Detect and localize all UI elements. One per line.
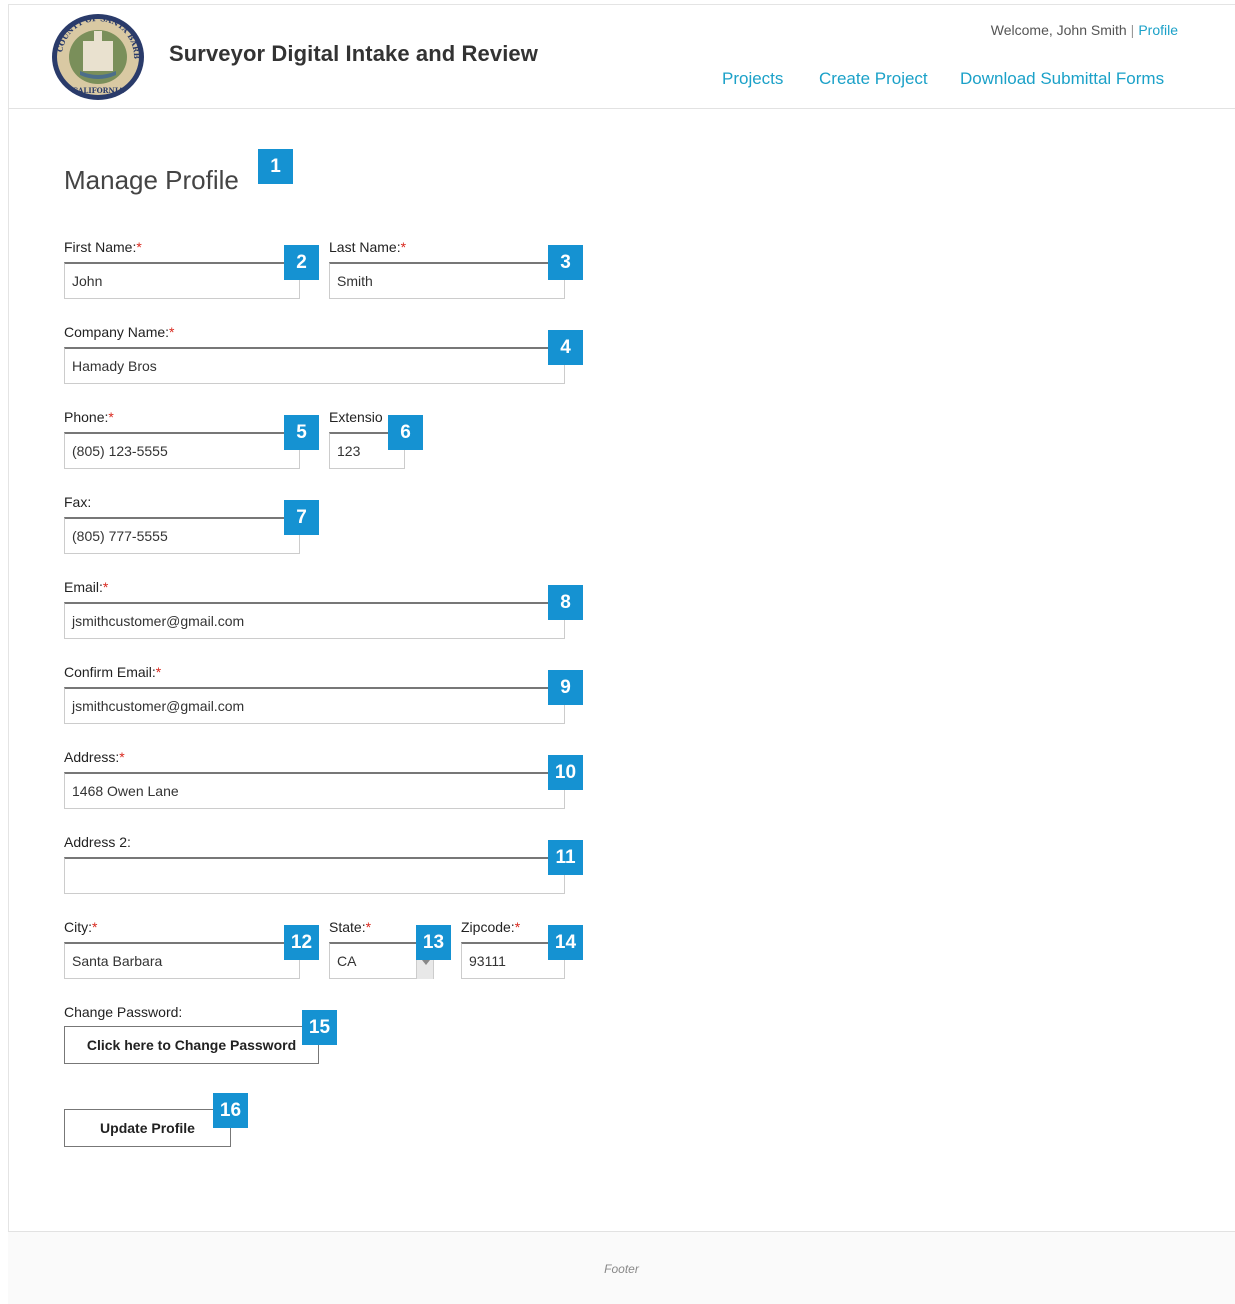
callout-badge-11: 11	[548, 840, 583, 875]
welcome-text: Welcome, John Smith	[990, 22, 1127, 38]
fax-field[interactable]: (805) 777-5555	[64, 517, 300, 554]
last-name-label: Last Name:*	[329, 239, 407, 255]
email-field[interactable]: jsmithcustomer@gmail.com	[64, 602, 565, 639]
page-title: Manage Profile	[64, 165, 239, 195]
fax-label: Fax:	[64, 494, 92, 510]
callout-badge-4: 4	[548, 330, 583, 365]
callout-badge-1: 1	[258, 149, 293, 184]
nav-download-submittal-forms[interactable]: Download Submittal Forms	[960, 69, 1164, 89]
callout-badge-7: 7	[284, 500, 319, 535]
callout-badge-8: 8	[548, 585, 583, 620]
callout-badge-10: 10	[548, 755, 583, 790]
change-password-label: Change Password:	[64, 1004, 183, 1020]
callout-badge-2: 2	[284, 245, 319, 280]
callout-badge-9: 9	[548, 670, 583, 705]
callout-badge-15: 15	[302, 1010, 337, 1045]
zipcode-label: Zipcode:*	[461, 919, 521, 935]
state-select-value: CA	[337, 953, 357, 969]
confirm-email-label: Confirm Email:*	[64, 664, 162, 680]
app-title: Surveyor Digital Intake and Review	[169, 41, 538, 66]
county-seal-logo: COUNTY OF SANTA BARBARA CALIFORNIA	[50, 13, 144, 100]
company-name-label: Company Name:*	[64, 324, 175, 340]
update-profile-button[interactable]: Update Profile	[64, 1109, 231, 1147]
address2-label: Address 2:	[64, 834, 131, 850]
company-name-field[interactable]: Hamady Bros	[64, 347, 565, 384]
callout-badge-3: 3	[548, 245, 583, 280]
city-field[interactable]: Santa Barbara	[64, 942, 300, 979]
address-field[interactable]: 1468 Owen Lane	[64, 772, 565, 809]
welcome-separator: |	[1130, 22, 1135, 38]
email-label: Email:*	[64, 579, 109, 595]
nav-projects[interactable]: Projects	[722, 69, 783, 89]
address2-field[interactable]	[64, 857, 565, 894]
callout-badge-16: 16	[213, 1093, 248, 1128]
svg-text:CALIFORNIA: CALIFORNIA	[72, 86, 124, 95]
last-name-field[interactable]: Smith	[329, 262, 565, 299]
callout-badge-13: 13	[416, 925, 451, 960]
address-label: Address:*	[64, 749, 125, 765]
city-label: City:*	[64, 919, 98, 935]
state-label: State:*	[329, 919, 372, 935]
change-password-button[interactable]: Click here to Change Password	[64, 1026, 319, 1064]
callout-badge-6: 6	[388, 415, 423, 450]
callout-badge-14: 14	[548, 925, 583, 960]
first-name-field[interactable]: John	[64, 262, 300, 299]
phone-field[interactable]: (805) 123-5555	[64, 432, 300, 469]
phone-label: Phone:*	[64, 409, 114, 425]
nav-create-project[interactable]: Create Project	[819, 69, 928, 89]
extension-label: Extensio	[329, 409, 383, 425]
page-footer: Footer	[8, 1231, 1235, 1304]
callout-badge-5: 5	[284, 415, 319, 450]
welcome-bar: Welcome, John Smith | Profile	[991, 22, 1178, 38]
profile-link[interactable]: Profile	[1138, 22, 1178, 38]
callout-badge-12: 12	[284, 925, 319, 960]
confirm-email-field[interactable]: jsmithcustomer@gmail.com	[64, 687, 565, 724]
footer-text: Footer	[604, 1262, 639, 1276]
first-name-label: First Name:*	[64, 239, 142, 255]
